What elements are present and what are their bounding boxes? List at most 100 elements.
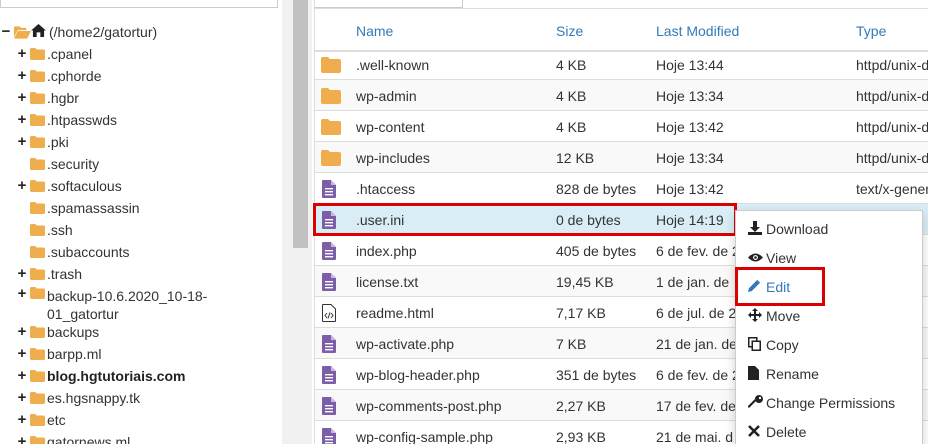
folder-icon [30,48,45,60]
file-size: 4 KB [556,119,587,135]
tree-item-label-line2: 01_gatortur [47,306,119,322]
tree-item-label: gatornews.ml [47,434,131,444]
expand-toggle-icon[interactable]: + [16,434,28,444]
tree-item[interactable]: .subaccounts [16,242,130,262]
folder-icon [321,88,341,107]
toolbar-tab-edge [315,0,463,8]
table-row[interactable]: wp-includes 12 KB Hoje 13:34 httpd/unix-d [315,142,928,173]
file-name: wp-content [356,119,425,135]
table-row[interactable]: wp-admin 4 KB Hoje 13:34 httpd/unix-d [315,80,928,111]
file-modified: 6 de fev. de 2 [656,367,740,383]
tree-item[interactable]: .security [16,154,99,174]
tree-item-label: .pki [47,134,69,150]
context-menu-label: Move [766,308,801,324]
tree-item[interactable]: + .cpanel [16,44,93,64]
tree-root-label: (/home2/gatortur) [49,24,158,40]
context-menu-item-move[interactable]: Move [748,306,800,326]
context-menu-label: Change Permissions [766,395,896,411]
expand-toggle-icon[interactable]: + [16,178,28,193]
tree-item[interactable]: + .trash [16,264,82,284]
context-menu-item-download[interactable]: Download [748,219,828,239]
expand-toggle-icon[interactable]: + [16,346,28,361]
tree-item[interactable]: + backups [16,322,100,342]
column-header-type[interactable]: Type [856,23,886,39]
file-type: httpd/unix-d [856,57,928,73]
context-menu-label: Delete [766,424,807,440]
folder-icon [321,150,341,169]
file-modified: 17 de fev. de [656,398,736,414]
context-menu-item-change-permissions[interactable]: Change Permissions [748,393,895,413]
column-header-size[interactable]: Size [556,23,583,39]
expand-toggle-icon[interactable]: + [16,368,28,383]
column-header-name[interactable]: Name [356,23,393,39]
file-modified: Hoje 13:42 [656,119,724,135]
context-menu-item-rename[interactable]: Rename [748,364,819,384]
tree-item[interactable]: + backup-10.6.2020_10-18- 01_gatortur [16,286,208,323]
tree-item[interactable]: + etc [16,410,66,430]
file-size: 12 KB [556,150,595,166]
folder-icon [321,119,341,138]
file-modified: Hoje 13:34 [656,88,724,104]
tree-item-label: es.hgsnappy.tk [47,390,141,406]
tree-item-label: .cphorde [47,68,102,84]
table-header: Name Size Last Modified Type [315,10,928,52]
folder-icon [30,392,45,404]
context-menu-label: Rename [766,366,819,382]
tree-item-label: .trash [47,266,83,282]
context-menu-item-copy[interactable]: Copy [748,335,799,355]
tree-item[interactable]: + blog.hgtutoriais.com [16,366,186,386]
expand-toggle-icon[interactable]: + [16,266,28,281]
expand-toggle-icon[interactable]: + [16,412,28,427]
scrollbar-thumb[interactable] [293,0,308,248]
expand-toggle-icon[interactable]: + [16,286,28,301]
tree-scrollbar[interactable] [282,0,312,444]
expand-toggle-icon[interactable]: + [16,46,28,61]
expand-toggle-icon[interactable]: − [0,24,12,39]
tree-item[interactable]: + .pki [16,132,69,152]
tree-item[interactable]: .spamassassin [16,198,140,218]
file-size: 2,27 KB [556,398,606,414]
file-modified: 21 de jan. de [656,336,737,352]
expand-toggle-icon[interactable]: + [16,112,28,127]
file-name: wp-config-sample.php [356,429,493,444]
file-size: 4 KB [556,57,587,73]
file-size: 19,45 KB [556,274,614,290]
folder-icon [30,224,45,236]
folder-icon [30,92,45,104]
file-text-icon [322,366,336,387]
context-menu-item-delete[interactable]: Delete [748,422,806,442]
file-name: wp-includes [356,150,430,166]
tree-item[interactable]: + .softaculous [16,176,122,196]
tree-item-label: backups [47,324,100,340]
tree-item-label: .security [47,156,100,172]
file-text-icon [322,242,336,263]
close-icon [748,424,764,440]
tree-root[interactable]: − (/home2/gatortur) [0,22,157,42]
expand-toggle-icon[interactable]: + [16,324,28,339]
context-menu-label: View [766,250,797,266]
folder-icon [30,180,45,192]
expand-toggle-icon[interactable]: + [16,90,28,105]
file-modified: 1 de jan. de [656,274,730,290]
tree-item[interactable]: .ssh [16,220,73,240]
folder-icon [30,246,45,258]
file-name: wp-comments-post.php [356,398,502,414]
expand-toggle-icon[interactable]: + [16,134,28,149]
context-menu-item-view[interactable]: View [748,248,796,268]
tree-item[interactable]: + .cphorde [16,66,102,86]
tree-item[interactable]: + gatornews.ml [16,432,130,444]
file-type: text/x-gener [856,181,928,197]
expand-toggle-icon[interactable]: + [16,68,28,83]
expand-toggle-icon[interactable]: + [16,390,28,405]
column-header-modified[interactable]: Last Modified [656,23,739,39]
tree-item[interactable]: + .hgbr [16,88,79,108]
tree-item[interactable]: + .htpasswds [16,110,117,130]
table-row[interactable]: .htaccess 828 de bytes Hoje 13:42 text/x-ge… [315,173,928,204]
table-row[interactable]: .well-known 4 KB Hoje 13:44 httpd/unix-d [315,49,928,80]
table-row[interactable]: wp-content 4 KB Hoje 13:42 httpd/unix-d [315,111,928,142]
folder-icon [30,268,45,280]
file-name: wp-blog-header.php [356,367,480,383]
tree-item[interactable]: + es.hgsnappy.tk [16,388,141,408]
tree-item[interactable]: + barpp.ml [16,344,102,364]
file-type: httpd/unix-d [856,88,928,104]
